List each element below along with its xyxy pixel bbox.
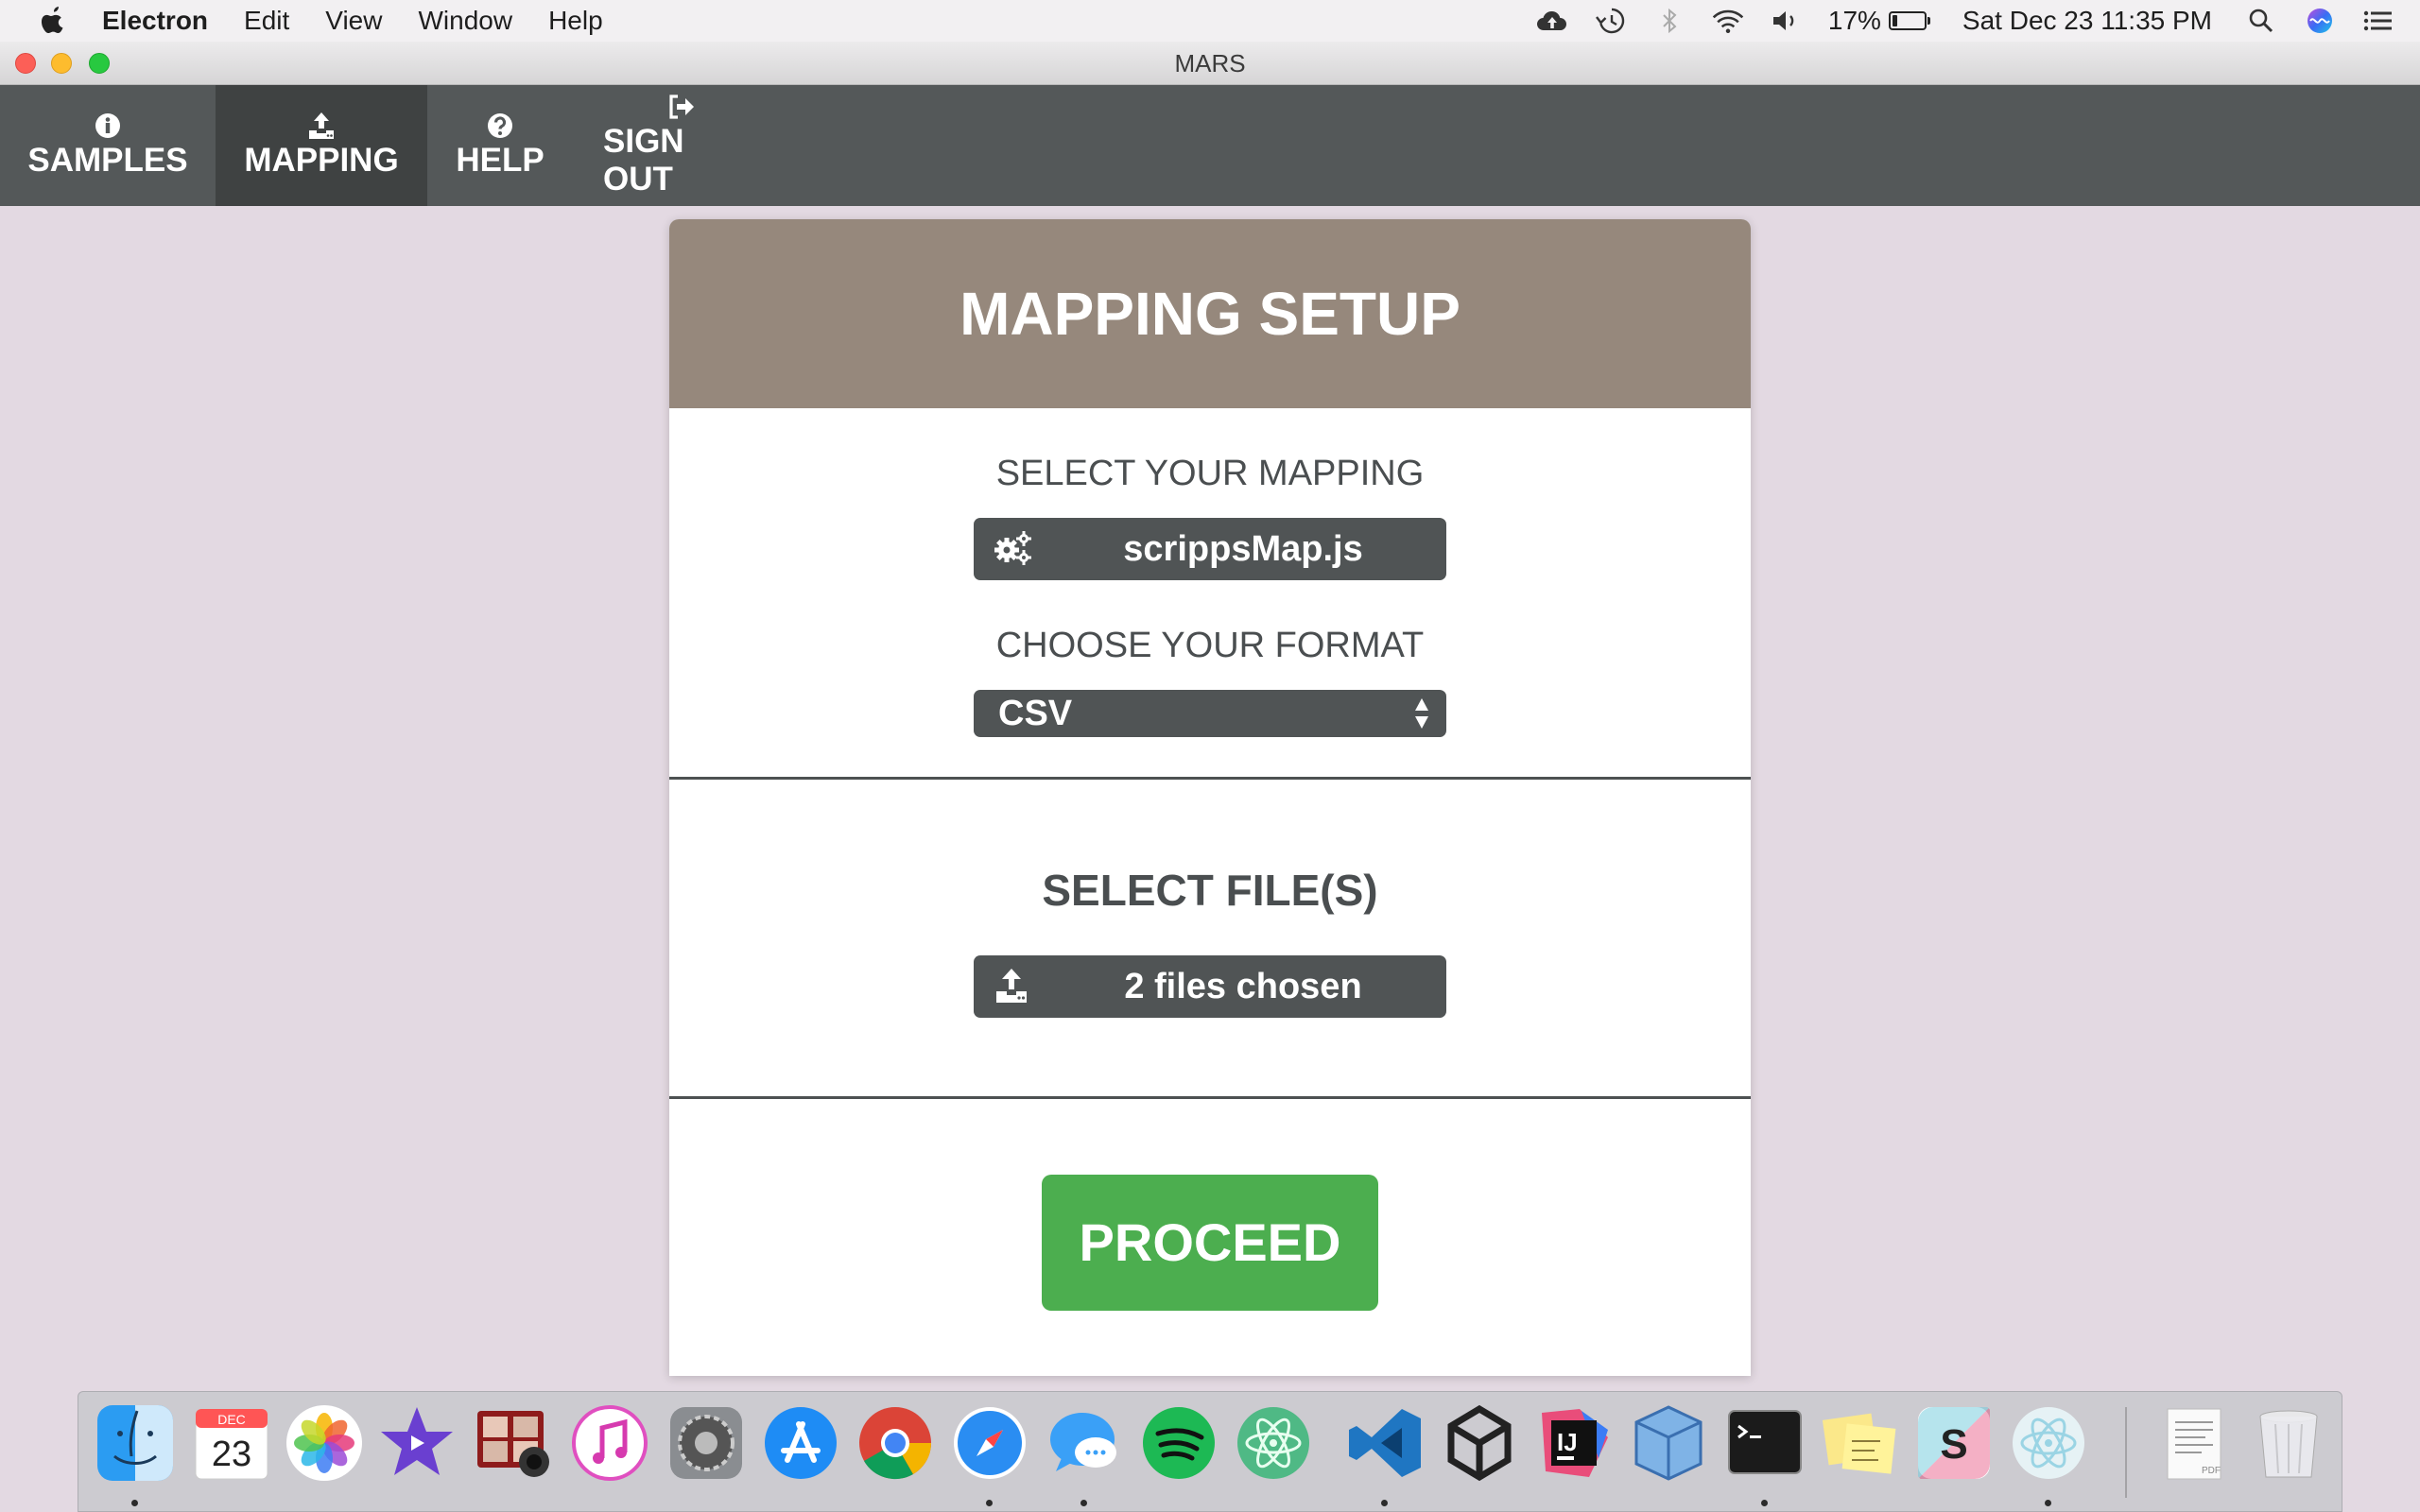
mapping-select-button[interactable]: scrippsMap.js: [974, 518, 1446, 580]
imovie-icon[interactable]: [377, 1403, 457, 1483]
menu-window[interactable]: Window: [418, 6, 512, 36]
window-title: MARS: [1174, 49, 1246, 77]
svg-text:S: S: [1940, 1421, 1967, 1468]
electron-icon[interactable]: [2009, 1403, 2088, 1483]
battery-icon: [1888, 11, 1927, 30]
volume-icon[interactable]: [1770, 6, 1804, 36]
nav-sign-out-label: SIGN OUT: [603, 123, 684, 198]
trash-icon[interactable]: [2249, 1403, 2328, 1483]
time-machine-icon[interactable]: [1594, 6, 1628, 36]
format-select[interactable]: CSV: [974, 690, 1446, 737]
file-select-button[interactable]: 2 files chosen: [974, 955, 1446, 1018]
itunes-icon[interactable]: [570, 1403, 649, 1483]
nav-mapping[interactable]: MAPPING: [216, 85, 427, 206]
mapping-label: SELECT YOUR MAPPING: [995, 454, 1425, 493]
nav-help[interactable]: HELP: [427, 85, 573, 206]
calendar-icon[interactable]: DEC 23: [192, 1403, 271, 1483]
menu-bar: Electron Edit View Window Help 17% Sat D…: [0, 0, 2420, 42]
photos-icon[interactable]: [285, 1403, 364, 1483]
clock[interactable]: Sat Dec 23 11:35 PM: [1962, 6, 2212, 36]
format-select-value: CSV: [998, 694, 1073, 733]
nav-samples[interactable]: SAMPLES: [0, 85, 216, 206]
finder-icon[interactable]: [95, 1403, 175, 1483]
menu-edit[interactable]: Edit: [244, 6, 289, 36]
mapping-select-value: scrippsMap.js: [1123, 529, 1363, 569]
menu-view[interactable]: View: [325, 6, 382, 36]
nav-mapping-label: MAPPING: [244, 142, 399, 179]
mapping-setup-card: MAPPING SETUP SELECT YOUR MAPPING scripp…: [669, 219, 1751, 1376]
messages-icon[interactable]: [1045, 1403, 1124, 1483]
apple-icon[interactable]: [38, 5, 68, 37]
spotlight-search-icon[interactable]: [2244, 6, 2278, 36]
format-label: CHOOSE YOUR FORMAT: [995, 626, 1425, 665]
nav-help-label: HELP: [456, 142, 544, 179]
window-title-bar[interactable]: MARS: [0, 42, 2420, 85]
info-icon: [95, 113, 120, 138]
upload-icon: [996, 969, 1027, 1003]
svg-text:PDF: PDF: [2202, 1466, 2221, 1476]
menu-help[interactable]: Help: [548, 6, 603, 36]
gears-icon: [994, 531, 1031, 565]
wifi-icon[interactable]: [1711, 6, 1745, 36]
terminal-icon[interactable]: [1725, 1403, 1805, 1483]
calendar-month: DEC: [217, 1412, 246, 1427]
intellij-icon[interactable]: IJ: [1534, 1403, 1614, 1483]
dock-separator: [2125, 1407, 2127, 1498]
calendar-day: 23: [212, 1435, 251, 1474]
battery-fill: [1892, 15, 1897, 26]
spotify-icon[interactable]: [1139, 1403, 1219, 1483]
sign-out-icon: [669, 94, 694, 119]
battery-indicator[interactable]: 17%: [1828, 6, 1930, 36]
siri-icon[interactable]: [2303, 6, 2337, 36]
cloud-upload-icon[interactable]: [1535, 6, 1569, 36]
svg-text:IJ: IJ: [1557, 1428, 1578, 1456]
chrome-icon[interactable]: [856, 1403, 935, 1483]
notification-center-icon[interactable]: [2361, 6, 2395, 36]
file-select-value: 2 files chosen: [1124, 967, 1362, 1006]
mapping-format-section: SELECT YOUR MAPPING scrippsMap.js CHOOSE…: [669, 408, 1751, 780]
card-title: MAPPING SETUP: [669, 219, 1751, 408]
proceed-button[interactable]: PROCEED: [1042, 1175, 1378, 1311]
unity-icon[interactable]: [1440, 1403, 1519, 1483]
atom-icon[interactable]: [1234, 1403, 1313, 1483]
vscode-icon[interactable]: [1345, 1403, 1425, 1483]
proceed-section: PROCEED: [669, 1099, 1751, 1373]
safari-icon[interactable]: [950, 1403, 1029, 1483]
select-arrows-icon: [1415, 698, 1428, 729]
system-preferences-icon[interactable]: [666, 1403, 746, 1483]
app-nav-bar: SAMPLES MAPPING HELP SIGN OUT: [0, 85, 2420, 206]
photo-booth-icon[interactable]: [474, 1403, 553, 1483]
nav-sign-out[interactable]: SIGN OUT: [573, 85, 788, 206]
files-label: SELECT FILE(S): [1042, 866, 1378, 915]
menu-app-name[interactable]: Electron: [102, 6, 208, 36]
app-store-icon[interactable]: [761, 1403, 840, 1483]
file-select-section: SELECT FILE(S) 2 files chosen: [669, 780, 1751, 1099]
slack-icon[interactable]: S: [1914, 1403, 1994, 1483]
bluetooth-icon[interactable]: [1652, 6, 1686, 36]
question-icon: [488, 113, 512, 138]
stickies-icon[interactable]: [1820, 1403, 1899, 1483]
nav-samples-label: SAMPLES: [27, 142, 188, 179]
upload-icon: [309, 112, 334, 139]
battery-percent: 17%: [1827, 6, 1881, 35]
pdf-document-icon[interactable]: PDF: [2154, 1403, 2234, 1483]
dock: DEC 23 IJ S PDF: [78, 1391, 2342, 1512]
virtualbox-icon[interactable]: [1629, 1403, 1708, 1483]
